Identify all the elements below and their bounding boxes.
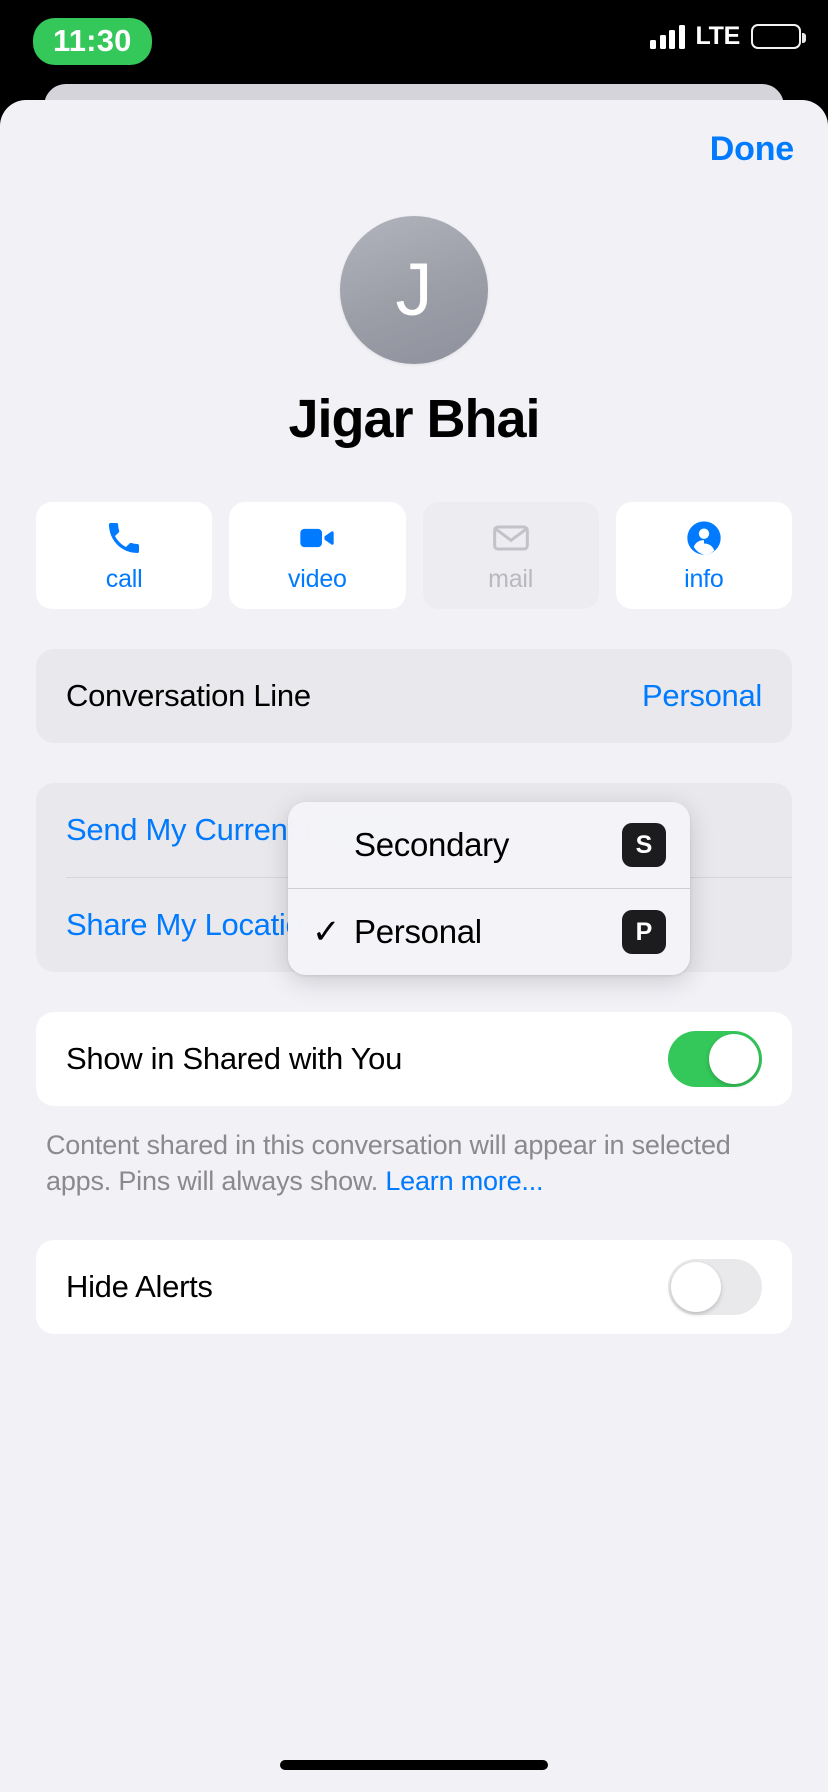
line-badge-secondary: S (622, 823, 666, 867)
shared-with-you-label: Show in Shared with You (66, 1041, 403, 1076)
conversation-line-popup-menu: Secondary S ✓ Personal P (288, 802, 690, 975)
done-button[interactable]: Done (710, 130, 794, 169)
home-indicator (280, 1760, 548, 1770)
avatar[interactable]: J (340, 216, 488, 364)
sheet-navigation-bar: Done (0, 100, 828, 204)
popup-item-personal-label: Personal (354, 913, 482, 950)
popup-item-secondary[interactable]: Secondary S (288, 802, 690, 888)
page-title: Jigar Bhai (288, 389, 540, 449)
conversation-line-row[interactable]: Conversation Line Personal (36, 649, 792, 743)
video-camera-icon (297, 518, 337, 558)
mail-button-label: mail (488, 564, 534, 593)
video-button[interactable]: video (229, 502, 406, 609)
quick-actions-row: call video mail info (36, 502, 792, 609)
info-button-label: info (684, 564, 724, 593)
share-my-location-label: Share My Location (66, 907, 320, 942)
contact-header: J Jigar Bhai (0, 216, 828, 450)
call-button-label: call (105, 564, 143, 593)
shared-with-you-toggle[interactable] (668, 1031, 762, 1087)
learn-more-link[interactable]: Learn more... (385, 1166, 543, 1196)
status-bar: 11:30 LTE (0, 0, 828, 78)
mail-button: mail (422, 502, 599, 609)
checkmark-icon: ✓ (312, 913, 341, 951)
popup-item-personal[interactable]: ✓ Personal P (288, 889, 690, 975)
line-badge-personal: P (622, 910, 666, 954)
person-circle-icon (684, 518, 724, 558)
phone-icon (104, 518, 144, 558)
shared-with-you-card: Show in Shared with You (36, 1012, 792, 1106)
conversation-line-label: Conversation Line (66, 678, 311, 713)
hide-alerts-toggle[interactable] (668, 1258, 762, 1315)
hide-alerts-label: Hide Alerts (66, 1268, 213, 1304)
hide-alerts-row[interactable]: Hide Alerts (36, 1240, 792, 1334)
envelope-icon (491, 518, 531, 558)
status-time-pill: 11:30 (33, 18, 152, 65)
conversation-line-value: Personal (642, 678, 762, 713)
popup-item-secondary-label: Secondary (354, 826, 510, 863)
shared-with-you-note: Content shared in this conversation will… (46, 1128, 782, 1200)
cellular-bars-icon (650, 24, 685, 49)
battery-icon (751, 24, 806, 49)
info-button[interactable]: info (615, 502, 792, 609)
hide-alerts-card: Hide Alerts (36, 1239, 792, 1334)
conversation-line-card: Conversation Line Personal (36, 649, 792, 743)
call-button[interactable]: call (36, 502, 213, 609)
status-indicators: LTE (650, 22, 806, 51)
shared-with-you-row[interactable]: Show in Shared with You (36, 1012, 792, 1106)
video-button-label: video (287, 564, 347, 593)
carrier-label: LTE (695, 22, 741, 50)
